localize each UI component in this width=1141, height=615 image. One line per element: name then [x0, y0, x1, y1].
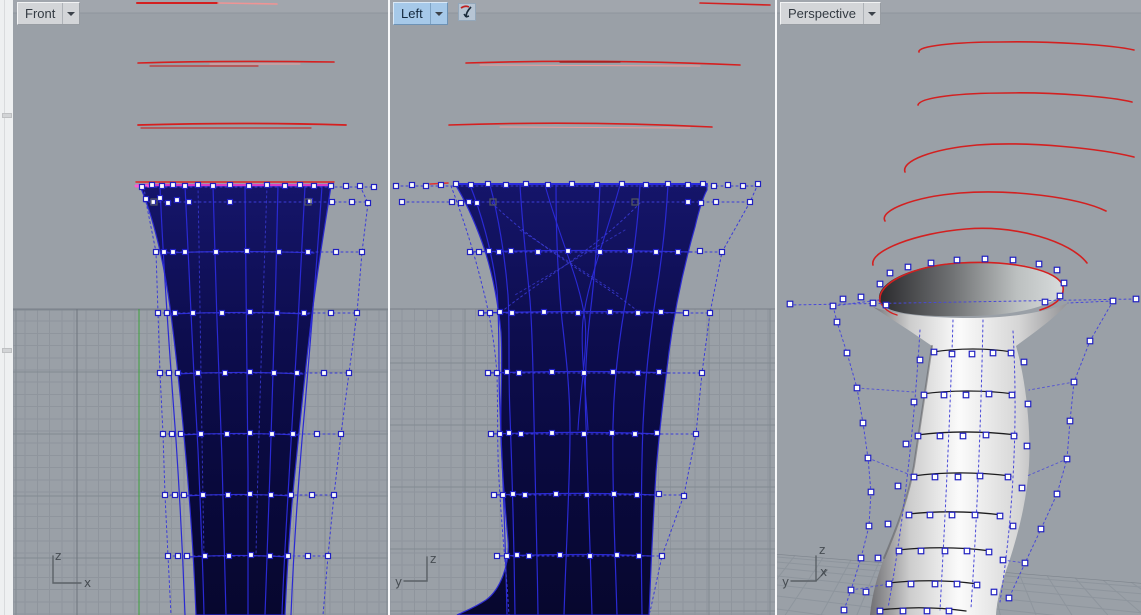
axis-label-z: z: [430, 552, 436, 566]
section-curve-red[interactable]: [479, 64, 701, 67]
control-polygon: [867, 457, 914, 477]
perspective-canvas[interactable]: zx y: [777, 0, 1141, 615]
panel-edge-handle[interactable]: [2, 348, 12, 353]
viewport-front[interactable]: zx Front: [13, 0, 388, 615]
vase-surface[interactable]: [870, 303, 1068, 615]
label-separator: [429, 3, 431, 24]
control-polygon: [1026, 458, 1068, 477]
viewport-title-front[interactable]: Front: [17, 2, 81, 25]
chevron-down-icon[interactable]: [867, 12, 876, 20]
label-separator: [62, 3, 64, 24]
section-curve-red[interactable]: [917, 92, 1133, 106]
viewport-left[interactable]: zy Left: [390, 0, 775, 615]
panel-edge[interactable]: [0, 0, 14, 615]
viewport-title-left[interactable]: Left: [393, 2, 448, 25]
section-curve-red[interactable]: [137, 60, 335, 64]
top-strip: [390, 0, 775, 13]
control-polygon: [856, 387, 915, 393]
section-curve-red[interactable]: [904, 143, 1135, 173]
control-polygon: [1028, 381, 1075, 391]
viewport-title-perspective[interactable]: Perspective: [780, 2, 881, 25]
viewport-title-label[interactable]: Front: [25, 6, 55, 21]
chevron-down-icon[interactable]: [67, 12, 76, 20]
modeling-app-window: zx Front zy Left zxy Perspective: [0, 0, 1141, 615]
section-curve-red[interactable]: [872, 227, 1088, 266]
rotate-view-icon[interactable]: [458, 3, 476, 21]
viewport-perspective[interactable]: zx y Perspective: [777, 0, 1141, 615]
control-points[interactable]: [829, 302, 875, 614]
left-canvas[interactable]: zy: [390, 0, 775, 615]
control-polygon: [1067, 300, 1114, 304]
axis-label-y: y: [395, 575, 402, 589]
section-curve-red[interactable]: [918, 41, 1135, 53]
panel-edge-groove: [4, 0, 5, 615]
axis-label-x: x: [84, 576, 91, 590]
rotate-view-glyph: [460, 5, 472, 18]
viewport-title-label[interactable]: Left: [401, 6, 423, 21]
section-curve-red[interactable]: [137, 122, 347, 126]
axis-label-z: z: [55, 549, 61, 563]
panel-edge-handle[interactable]: [2, 113, 12, 118]
section-curve-red[interactable]: [448, 122, 713, 128]
label-separator: [862, 3, 864, 24]
axis-label-z: z: [819, 543, 825, 557]
axis-label-x: x: [820, 565, 827, 579]
chevron-down-icon[interactable]: [434, 12, 443, 20]
section-curve-red[interactable]: [883, 191, 1107, 222]
section-curve-red[interactable]: [499, 126, 691, 129]
front-canvas[interactable]: zx: [13, 0, 388, 615]
section-curve-red[interactable]: [217, 2, 278, 5]
viewport-title-label[interactable]: Perspective: [788, 6, 856, 21]
axis-label-y: y: [782, 575, 789, 589]
